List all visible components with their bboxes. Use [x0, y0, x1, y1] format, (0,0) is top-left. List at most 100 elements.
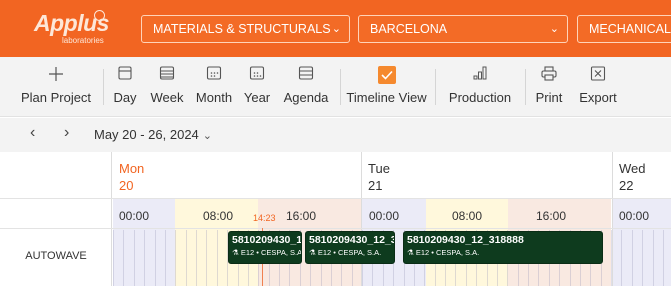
hour-gridline — [186, 230, 187, 286]
hour-gridline — [206, 230, 207, 286]
hour-gridline — [155, 230, 156, 286]
view-agenda-button[interactable]: Agenda — [281, 57, 331, 117]
day-number: 21 — [368, 178, 383, 193]
toolbar-divider — [103, 69, 104, 105]
print-button[interactable]: Print — [533, 57, 565, 117]
event-block[interactable]: 5810209430_12_318888 ⚗ E12 • CESPA, S.A. — [305, 231, 395, 264]
event-subtitle: E12 • CESPA, S.A. — [317, 248, 382, 257]
year-label: Year — [243, 90, 271, 105]
week-label: Week — [150, 90, 184, 105]
production-label: Production — [448, 90, 512, 105]
hour-label: 00:00 — [619, 209, 650, 223]
plan-project-label: Plan Project — [20, 90, 92, 105]
flask-icon: ⚗ — [407, 248, 416, 257]
bar-chart-icon — [473, 66, 487, 80]
event-block[interactable]: 5810209430_12_318888 ⚗ E12 • CESPA, S.A. — [403, 231, 603, 264]
day-number: 20 — [119, 178, 134, 193]
hour-gridline — [217, 230, 218, 286]
flask-icon: ⚗ — [309, 248, 318, 257]
hour-label: 08:00 — [203, 209, 234, 223]
hour-gridline — [165, 230, 166, 286]
printer-icon — [541, 66, 557, 81]
event-title: 5810209430_12_318888 — [232, 234, 302, 246]
next-period-button[interactable]: › — [64, 124, 69, 142]
hour-gridline — [196, 230, 197, 286]
day-name: Tue — [368, 161, 390, 176]
applus-logo[interactable]: Applus laboratories — [22, 8, 122, 48]
event-subtitle: E12 • CESPA, S.A. — [240, 248, 302, 257]
day-view-icon — [118, 66, 132, 80]
hour-gridline — [632, 230, 633, 286]
logo-registered-mark — [94, 10, 105, 21]
toolbar-divider — [435, 69, 436, 105]
day-label: Day — [113, 90, 137, 105]
hour-gridline — [642, 230, 643, 286]
month-view-icon — [206, 66, 222, 80]
filter-department-value: MECHANICAL — [589, 22, 671, 36]
view-year-button[interactable]: Year — [243, 57, 271, 117]
header-divider — [0, 228, 671, 229]
event-title: 5810209430_12_318888 — [407, 234, 524, 246]
logo-tagline: laboratories — [62, 36, 104, 45]
filter-dropdown-department[interactable]: MECHANICAL — [577, 15, 671, 43]
date-range-label: May 20 - 26, 2024 — [94, 127, 199, 142]
date-range-picker[interactable]: May 20 - 26, 2024 ⌄ — [94, 127, 212, 142]
timeline-schedule: Mon 20 Tue 21 Wed 22 00:00 08:00 16:00 0… — [0, 152, 671, 286]
agenda-view-icon — [298, 66, 314, 80]
plan-project-button[interactable]: Plan Project — [18, 57, 94, 117]
hour-gridline — [123, 230, 124, 286]
day-header-tue: Tue 21 — [368, 160, 390, 194]
view-day-button[interactable]: Day — [111, 57, 139, 117]
timeline-view-toggle[interactable]: Timeline View — [345, 57, 428, 117]
event-block[interactable]: 5810209430_12_318888 ⚗ E12 • CESPA, S.A. — [228, 231, 302, 264]
month-label: Month — [195, 90, 233, 105]
day-name: Mon — [119, 161, 145, 176]
export-label: Export — [579, 90, 617, 105]
day-divider — [361, 152, 362, 286]
header-divider — [0, 198, 671, 199]
agenda-label: Agenda — [283, 90, 329, 105]
hour-gridline — [144, 230, 145, 286]
hour-label: 00:00 — [369, 209, 400, 223]
view-month-button[interactable]: Month — [193, 57, 235, 117]
scheduler-toolbar: Plan Project Day Week Month Year Agenda … — [0, 57, 671, 117]
date-navigation: ‹ › May 20 - 26, 2024 ⌄ — [0, 118, 671, 152]
filter-dropdown-location[interactable]: BARCELONA ⌄ — [358, 15, 568, 43]
chevron-down-icon: ⌄ — [202, 130, 213, 142]
day-number: 22 — [619, 178, 634, 193]
chevron-down-icon: ⌄ — [331, 23, 341, 35]
checkbox-checked-icon — [377, 66, 396, 84]
flask-icon: ⚗ — [232, 248, 241, 257]
hour-gridline — [663, 230, 664, 286]
hour-gridline — [175, 230, 176, 286]
previous-period-button[interactable]: ‹ — [30, 124, 35, 142]
current-time-label: 14:23 — [253, 213, 276, 223]
toolbar-divider — [525, 69, 526, 105]
filter-dropdown-category[interactable]: MATERIALS & STRUCTURALS ⌄ — [141, 15, 350, 43]
day-name: Wed — [619, 161, 646, 176]
top-bar: Applus laboratories MATERIALS & STRUCTUR… — [0, 0, 671, 57]
production-button[interactable]: Production — [443, 57, 517, 117]
hour-gridline — [113, 230, 114, 286]
export-button[interactable]: Export — [577, 57, 619, 117]
hour-gridline — [653, 230, 654, 286]
toolbar-divider — [340, 69, 341, 105]
chevron-down-icon: ⌄ — [549, 23, 559, 35]
resource-row-label: AUTOWAVE — [25, 250, 87, 262]
hour-gridline — [134, 230, 135, 286]
event-title: 5810209430_12_318888 — [309, 234, 395, 246]
hour-label: 08:00 — [452, 209, 483, 223]
event-subtitle: E12 • CESPA, S.A. — [415, 248, 480, 257]
week-view-icon — [159, 66, 175, 80]
filter-location-value: BARCELONA — [370, 22, 448, 36]
print-label: Print — [535, 90, 563, 105]
export-icon — [590, 66, 606, 81]
view-week-button[interactable]: Week — [149, 57, 185, 117]
hour-label: 00:00 — [119, 209, 150, 223]
timeline-view-label: Timeline View — [346, 90, 427, 105]
year-view-icon — [249, 66, 265, 80]
filter-category-value: MATERIALS & STRUCTURALS — [153, 22, 331, 36]
resource-column — [0, 152, 112, 286]
plus-icon — [49, 67, 63, 81]
hour-label: 16:00 — [536, 209, 567, 223]
